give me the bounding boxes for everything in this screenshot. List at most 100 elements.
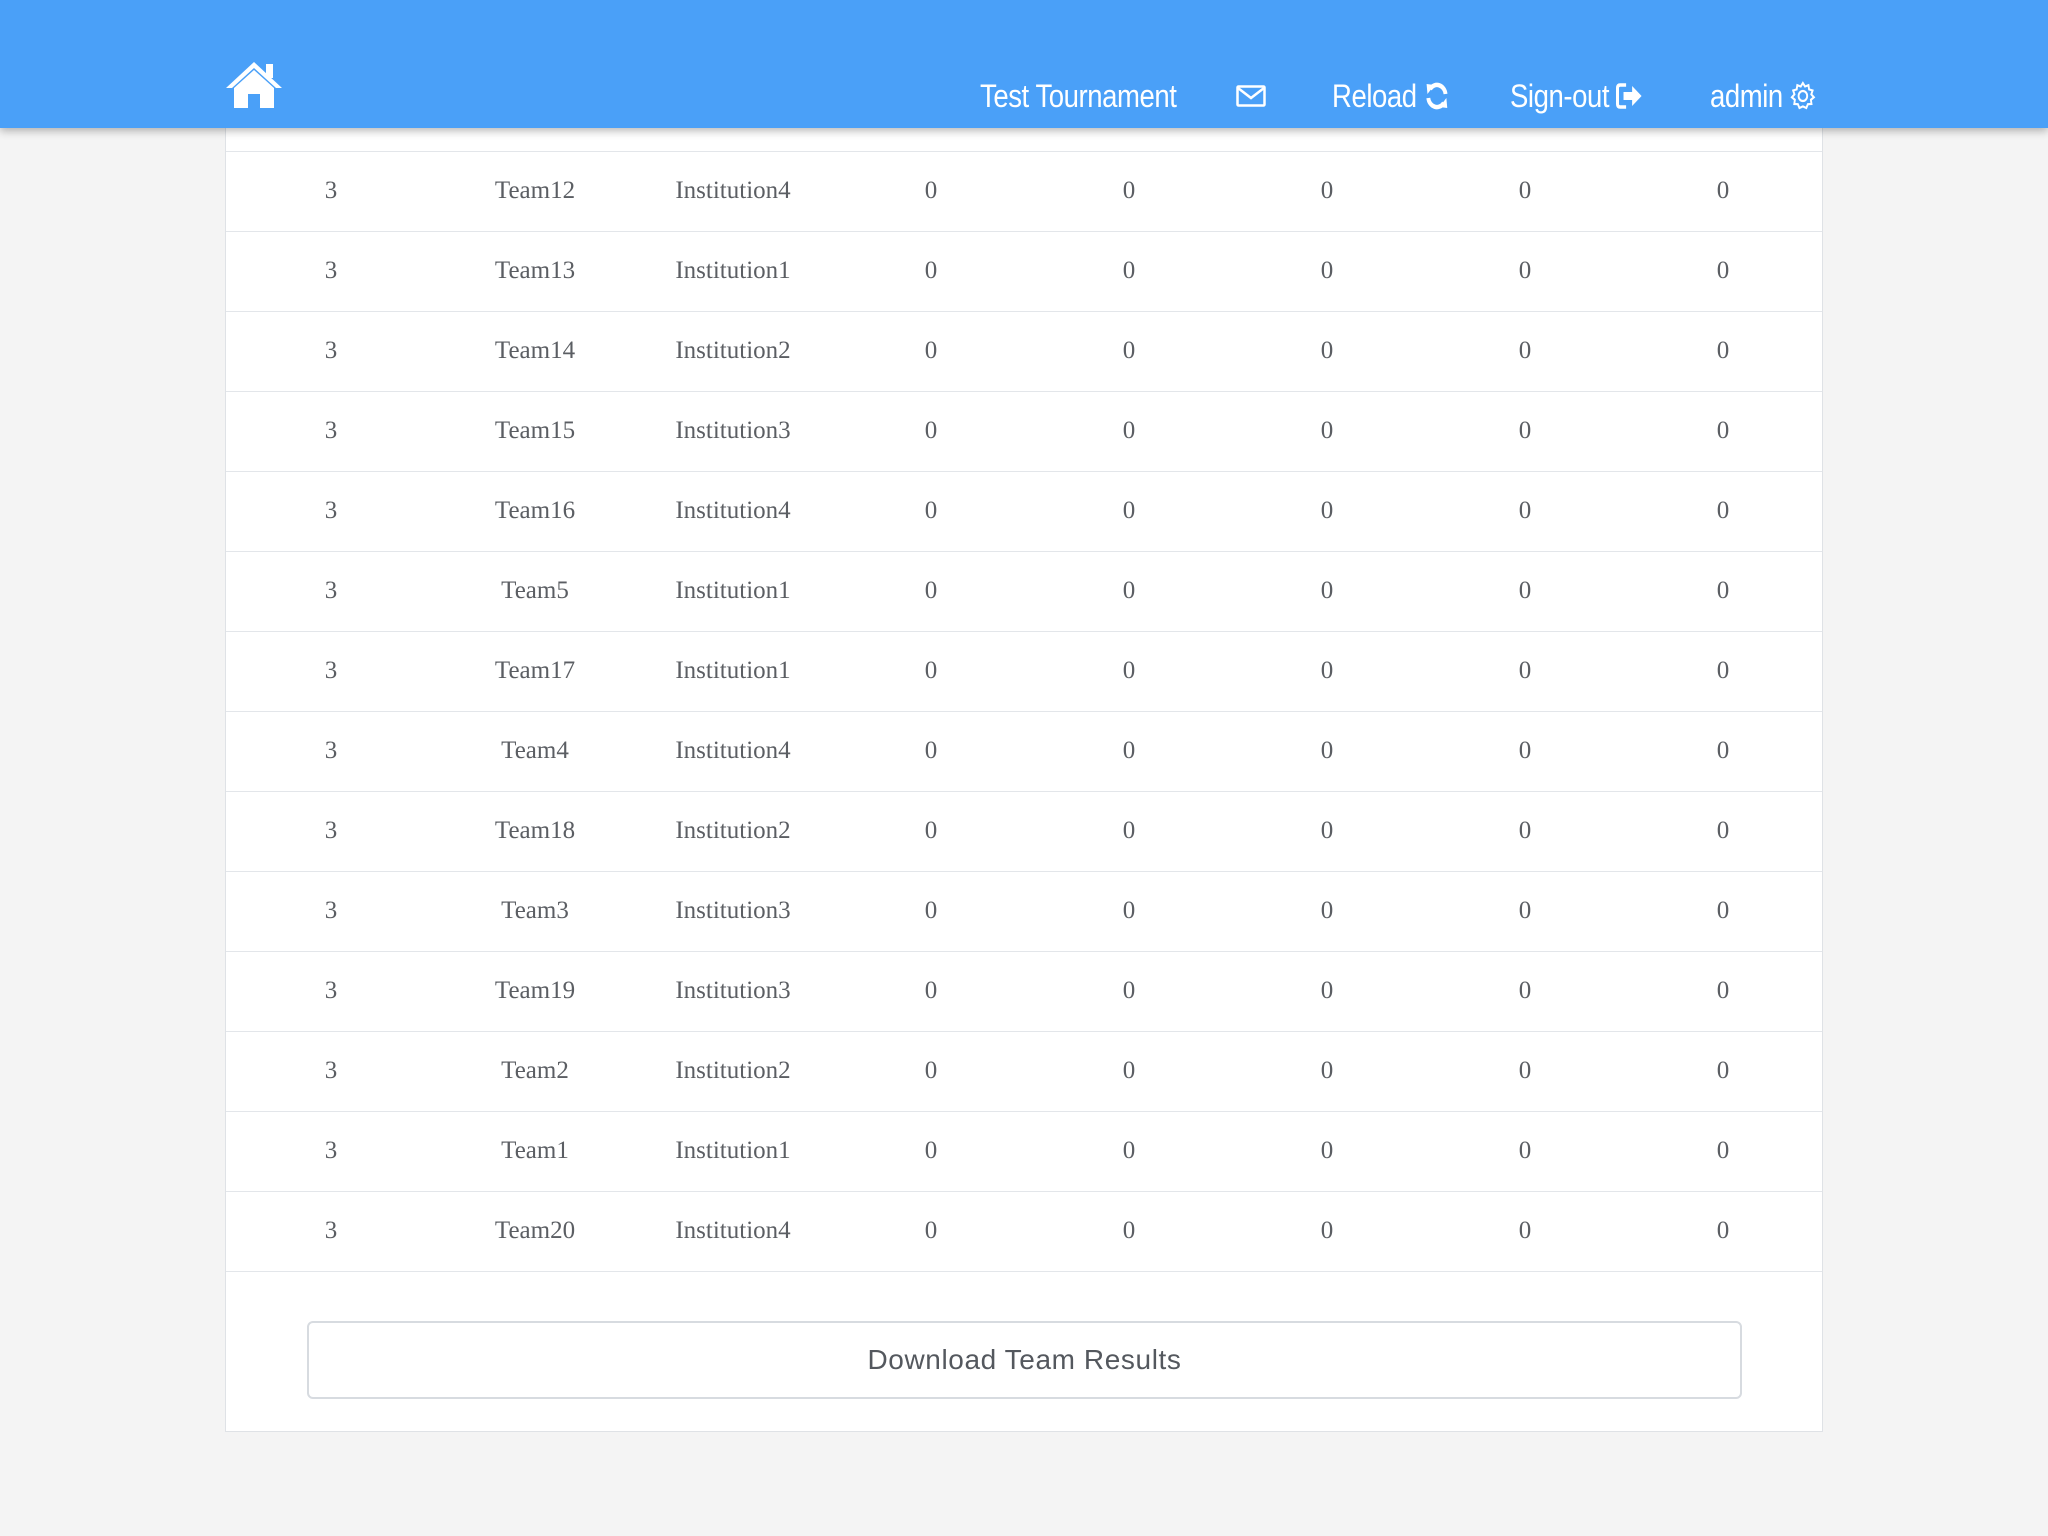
- score-cell: 0: [924, 497, 938, 524]
- score-cell: 0: [1716, 1137, 1730, 1164]
- team-cell: Team4: [501, 737, 569, 764]
- institution-cell: Institution1: [675, 1137, 791, 1164]
- score-cell: 0: [924, 577, 938, 604]
- score-cell: 0: [1320, 577, 1334, 604]
- admin-label: admin: [1710, 77, 1783, 114]
- tournament-link[interactable]: Test Tournament: [980, 74, 1177, 118]
- institution-cell: Institution2: [675, 1057, 791, 1084]
- team-cell: Team17: [494, 657, 576, 684]
- home-link[interactable]: [224, 58, 284, 114]
- institution-cell: Institution2: [675, 337, 791, 364]
- team-cell: Team19: [494, 977, 576, 1004]
- rank-cell: 3: [324, 257, 338, 284]
- results-panel: 3 Team12 Institution4 0 0 0 0 0 3 Team1 3 Instituti…: [225, 100, 1823, 1432]
- score-cell: 0: [1716, 1217, 1730, 1244]
- score-cell: 0: [1716, 177, 1730, 204]
- top-navbar: Test Tournament Reload Sign-out admin: [0, 0, 2048, 128]
- score-cell: 0: [1320, 1057, 1334, 1084]
- score-cell: 0: [1518, 177, 1532, 204]
- score-cell: 0: [1716, 737, 1730, 764]
- score-cell: 0: [1122, 177, 1136, 204]
- score-cell: 0: [1716, 1057, 1730, 1084]
- score-cell: 0: [1320, 817, 1334, 844]
- score-cell: 0: [1320, 1137, 1334, 1164]
- download-button-label: Download Team Results: [867, 1344, 1182, 1375]
- score-cell: 0: [1716, 337, 1730, 364]
- score-cell: 0: [1122, 337, 1136, 364]
- rank-cell: 3: [324, 1137, 338, 1164]
- table-row: 3 Team16 Institution4 0 0 0 0 0: [226, 471, 1822, 551]
- rank-cell: 3: [324, 177, 338, 204]
- score-cell: 0: [924, 657, 938, 684]
- rank-cell: 3: [324, 337, 338, 364]
- team-cell: Team1: [501, 1137, 569, 1164]
- team-cell: Team12: [494, 177, 576, 204]
- score-cell: 0: [924, 1057, 938, 1084]
- score-cell: 0: [1518, 977, 1532, 1004]
- score-cell: 0: [1122, 577, 1136, 604]
- score-cell: 0: [1122, 817, 1136, 844]
- score-cell: 0: [1122, 1057, 1136, 1084]
- table-row: 3 Team13 Institution1 0 0 0 0 0: [226, 231, 1822, 311]
- institution-cell: Institution1: [675, 577, 791, 604]
- gear-icon: [1790, 81, 1816, 111]
- table-row: 3 Team4 Institution4 0 0 0 0 0: [226, 711, 1822, 791]
- institution-cell: Institution4: [675, 497, 791, 524]
- score-cell: 0: [1122, 977, 1136, 1004]
- table-bottom-border: [226, 1271, 1822, 1272]
- table-row: 3 Team5 Institution1 0 0 0 0 0: [226, 551, 1822, 631]
- table-row: 3 Team19 Institution3 0 0 0 0 0: [226, 951, 1822, 1031]
- score-cell: 0: [1518, 577, 1532, 604]
- score-cell: 0: [924, 1137, 938, 1164]
- score-cell: 0: [1518, 737, 1532, 764]
- rank-cell: 3: [324, 977, 338, 1004]
- score-cell: 0: [1518, 817, 1532, 844]
- sign-out-icon: [1616, 82, 1644, 110]
- team-cell: Team16: [494, 497, 576, 524]
- score-cell: 0: [1320, 897, 1334, 924]
- score-cell: 0: [1122, 657, 1136, 684]
- rank-cell: 3: [324, 577, 338, 604]
- score-cell: 0: [1122, 897, 1136, 924]
- rank-cell: 3: [324, 417, 338, 444]
- score-cell: 0: [1320, 737, 1334, 764]
- reload-button[interactable]: Reload: [1332, 74, 1451, 118]
- table-row: 3 Team15 Institution3 0 0 0 0 0: [226, 391, 1822, 471]
- score-cell: 0: [1716, 417, 1730, 444]
- score-cell: 0: [1122, 257, 1136, 284]
- score-cell: 0: [1716, 977, 1730, 1004]
- score-cell: 0: [924, 417, 938, 444]
- institution-cell: Institution4: [675, 737, 791, 764]
- score-cell: 0: [924, 977, 938, 1004]
- table-row: 3 Team18 Institution2 0 0 0 0 0: [226, 791, 1822, 871]
- score-cell: 0: [924, 257, 938, 284]
- institution-cell: Institution1: [675, 657, 791, 684]
- score-cell: 0: [1518, 657, 1532, 684]
- sign-out-button[interactable]: Sign-out: [1510, 74, 1643, 118]
- score-cell: 0: [1320, 657, 1334, 684]
- score-cell: 0: [1122, 497, 1136, 524]
- score-cell: 0: [1518, 1057, 1532, 1084]
- mail-button[interactable]: [1236, 74, 1266, 118]
- score-cell: 0: [924, 1217, 938, 1244]
- score-cell: 0: [924, 817, 938, 844]
- admin-menu[interactable]: admin: [1710, 74, 1816, 118]
- institution-cell: Institution1: [675, 257, 791, 284]
- score-cell: 0: [1518, 337, 1532, 364]
- score-cell: 0: [1716, 257, 1730, 284]
- score-cell: 0: [1320, 177, 1334, 204]
- score-cell: 0: [1320, 1217, 1334, 1244]
- score-cell: 0: [1716, 497, 1730, 524]
- download-team-results-button[interactable]: Download Team Results: [307, 1321, 1742, 1399]
- score-cell: 0: [1716, 657, 1730, 684]
- team-cell: Team18: [494, 817, 576, 844]
- tournament-label: Test Tournament: [980, 77, 1177, 114]
- team-cell: Team5: [501, 577, 569, 604]
- team-cell: Team2: [501, 1057, 569, 1084]
- score-cell: 0: [1320, 257, 1334, 284]
- team-cell: Team14: [494, 337, 576, 364]
- table-row: 3 Team17 Institution1 0 0 0 0 0: [226, 631, 1822, 711]
- score-cell: 0: [1320, 497, 1334, 524]
- score-cell: 0: [1320, 977, 1334, 1004]
- score-cell: 0: [1716, 817, 1730, 844]
